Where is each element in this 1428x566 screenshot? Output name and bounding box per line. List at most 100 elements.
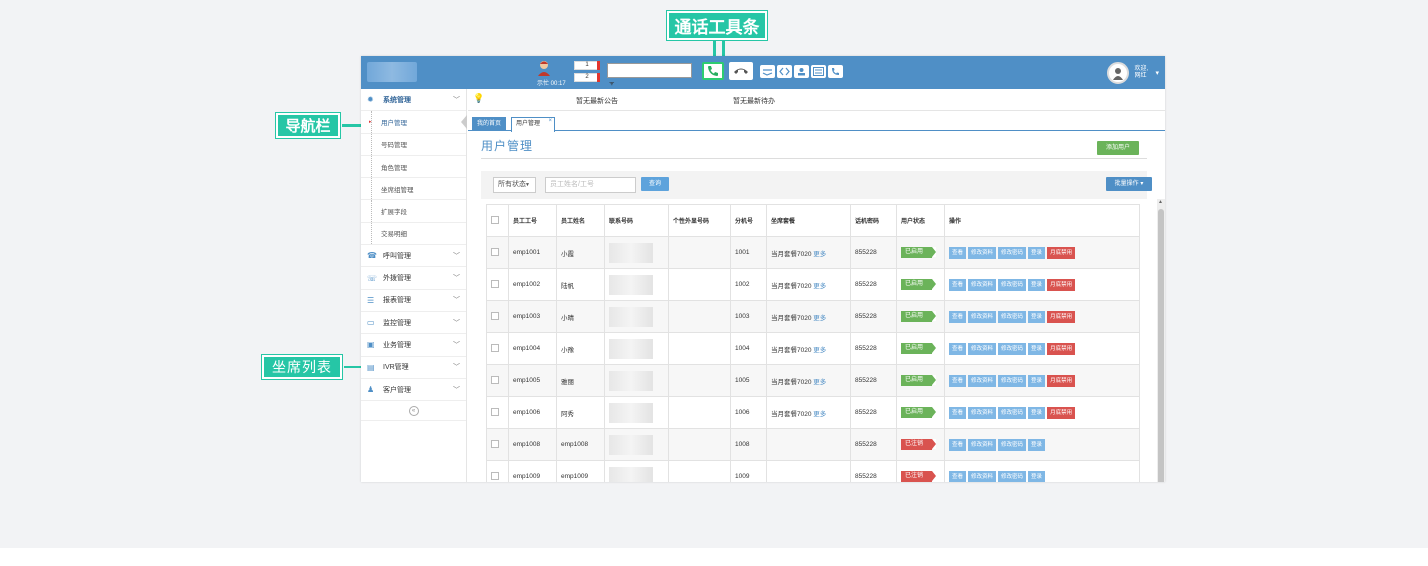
row-action-button[interactable]: 查看 bbox=[949, 470, 967, 482]
sidebar-item-transactions[interactable]: 交易明细 bbox=[361, 222, 466, 246]
row-action-button[interactable]: 登录 bbox=[1028, 374, 1046, 387]
sidebar-item-agent-groups[interactable]: 坐席组管理 bbox=[361, 178, 466, 201]
status-select[interactable]: 所有状态 ▼ bbox=[493, 177, 536, 193]
row-action-button[interactable]: 月底禁用 bbox=[1047, 278, 1076, 291]
table-row[interactable]: emp1009 emp1009 1009 855228 已注销 查看 修改资料 修改密码 登录 bbox=[486, 460, 1140, 482]
sidebar-item-numbers[interactable]: 号码管理 bbox=[361, 133, 466, 156]
row-checkbox[interactable] bbox=[491, 407, 499, 416]
hangup-button[interactable] bbox=[729, 62, 753, 80]
row-checkbox[interactable] bbox=[491, 439, 499, 448]
row-action-button[interactable]: 修改密码 bbox=[998, 438, 1027, 451]
table-row[interactable]: emp1003 小晴 1003 当月套餐7020 更多 855228 已启用 查看 修改资料修… bbox=[486, 300, 1140, 333]
table-row[interactable]: emp1005 雅丽 1005 当月套餐7020 更多 855228 已启用 查看 修改资料修… bbox=[486, 364, 1140, 397]
todo-text[interactable]: 暂无最新待办 bbox=[733, 96, 775, 106]
more-link[interactable]: 更多 bbox=[813, 251, 826, 258]
row-action-button[interactable]: 登录 bbox=[1028, 278, 1046, 291]
scroll-up-icon[interactable]: ▲ bbox=[1158, 199, 1163, 205]
row-checkbox[interactable] bbox=[491, 279, 499, 288]
row-checkbox[interactable] bbox=[491, 343, 499, 352]
col-header[interactable]: 联系号码 bbox=[604, 204, 669, 237]
row-action-button[interactable]: 修改密码 bbox=[998, 246, 1027, 259]
row-action-button[interactable]: 查看 bbox=[949, 278, 967, 291]
sidebar-item-roles[interactable]: 角色管理 bbox=[361, 155, 466, 179]
row-action-button[interactable]: 查看 bbox=[949, 310, 967, 323]
row-checkbox[interactable] bbox=[491, 247, 499, 256]
row-action-button[interactable]: 修改资料 bbox=[968, 278, 997, 291]
row-action-button[interactable]: 修改密码 bbox=[998, 470, 1027, 482]
sidebar-item-customers[interactable]: ♟ 客户管理 ﹀ bbox=[361, 379, 466, 402]
announcement-text[interactable]: 暂无最新公告 bbox=[576, 96, 618, 106]
more-link[interactable]: 更多 bbox=[813, 379, 826, 386]
transfer-button[interactable] bbox=[777, 65, 792, 78]
row-action-button[interactable]: 月底禁用 bbox=[1047, 406, 1076, 419]
col-header[interactable]: 员工工号 bbox=[508, 204, 557, 237]
sidebar-item-reports[interactable]: ☰ 报表管理 ﹀ bbox=[361, 290, 466, 312]
sidebar-item-calls[interactable]: ☎ 呼叫管理 ﹀ bbox=[361, 245, 466, 268]
row-action-button[interactable]: 修改密码 bbox=[998, 406, 1027, 419]
tab-user-management[interactable]: 用户管理 × bbox=[511, 117, 555, 132]
more-link[interactable]: 更多 bbox=[813, 315, 826, 322]
row-action-button[interactable]: 修改密码 bbox=[998, 310, 1027, 323]
row-action-button[interactable]: 月底禁用 bbox=[1047, 342, 1076, 355]
table-row[interactable]: emp1008 emp1008 1008 855228 已注销 查看 修改资料 修改密码 登录 bbox=[486, 428, 1140, 461]
close-icon[interactable]: × bbox=[548, 115, 552, 127]
batch-operations-button[interactable]: 批量操作 ▾ bbox=[1106, 177, 1152, 191]
col-header[interactable]: 用户状态 bbox=[896, 204, 945, 237]
user-menu[interactable]: 欢迎, 网红 ▾ bbox=[1107, 60, 1159, 85]
table-row[interactable]: emp1004 小豫 1004 当月套餐7020 更多 855228 已启用 查看 修改资料修… bbox=[486, 332, 1140, 365]
sidebar-item-extended-fields[interactable]: 扩展字段 bbox=[361, 200, 466, 223]
sidebar-item-user-management[interactable]: ▸ 用户管理 bbox=[361, 111, 467, 134]
row-action-button[interactable]: 修改资料 bbox=[968, 342, 997, 355]
col-header[interactable]: 操作 bbox=[944, 204, 1140, 237]
row-action-button[interactable]: 登录 bbox=[1028, 310, 1046, 323]
more-link[interactable]: 更多 bbox=[813, 411, 826, 418]
col-header[interactable]: 个性外显号码 bbox=[668, 204, 731, 237]
row-action-button[interactable]: 月底禁用 bbox=[1047, 310, 1076, 323]
scrollbar[interactable]: ▲ bbox=[1157, 199, 1165, 482]
row-action-button[interactable]: 登录 bbox=[1028, 438, 1046, 451]
add-user-button[interactable]: 添加用户 bbox=[1097, 141, 1139, 155]
agent-status-icon[interactable] bbox=[536, 60, 552, 76]
table-row[interactable]: emp1001 小霞 1001 当月套餐7020 更多 855228 已启用 查看 修改资料修… bbox=[486, 236, 1140, 269]
row-action-button[interactable]: 查看 bbox=[949, 374, 967, 387]
row-action-button[interactable]: 登录 bbox=[1028, 470, 1046, 482]
phone-number-input[interactable] bbox=[607, 63, 692, 78]
row-action-button[interactable]: 修改资料 bbox=[968, 406, 997, 419]
col-header[interactable]: 分机号 bbox=[730, 204, 767, 237]
ivr-button[interactable] bbox=[811, 65, 826, 78]
col-header[interactable]: 员工姓名 bbox=[556, 204, 605, 237]
row-action-button[interactable]: 修改资料 bbox=[968, 310, 997, 323]
tab-home[interactable]: 我的首页 bbox=[472, 117, 507, 131]
select-all-checkbox[interactable] bbox=[491, 215, 499, 224]
col-header[interactable]: 话机密码 bbox=[850, 204, 897, 237]
hold-button[interactable] bbox=[760, 65, 775, 78]
row-checkbox[interactable] bbox=[491, 375, 499, 384]
more-link[interactable]: 更多 bbox=[813, 283, 826, 290]
row-action-button[interactable]: 查看 bbox=[949, 406, 967, 419]
search-input[interactable]: 员工姓名/工号 bbox=[545, 177, 636, 193]
row-action-button[interactable]: 修改资料 bbox=[968, 374, 997, 387]
row-action-button[interactable]: 登录 bbox=[1028, 342, 1046, 355]
scrollbar-thumb[interactable] bbox=[1158, 209, 1164, 482]
row-action-button[interactable]: 月底禁用 bbox=[1047, 246, 1076, 259]
row-action-button[interactable]: 修改资料 bbox=[968, 246, 997, 259]
row-action-button[interactable]: 查看 bbox=[949, 438, 967, 451]
col-header[interactable]: 坐席套餐 bbox=[766, 204, 851, 237]
query-button[interactable]: 查询 bbox=[641, 177, 669, 191]
table-row[interactable]: emp1002 陆帆 1002 当月套餐7020 更多 855228 已启用 查看 修改资料修… bbox=[486, 268, 1140, 301]
dial-button[interactable] bbox=[702, 62, 724, 80]
row-checkbox[interactable] bbox=[491, 311, 499, 320]
row-checkbox[interactable] bbox=[491, 471, 499, 480]
sidebar-item-system[interactable]: ✹ 系统管理 ﹀ bbox=[361, 89, 466, 112]
sidebar-collapse-button[interactable]: « bbox=[361, 401, 466, 422]
sidebar-item-business[interactable]: ▣ 业务管理 ﹀ bbox=[361, 334, 466, 357]
row-action-button[interactable]: 查看 bbox=[949, 342, 967, 355]
row-action-button[interactable]: 修改资料 bbox=[968, 438, 997, 451]
row-action-button[interactable]: 查看 bbox=[949, 246, 967, 259]
redial-button[interactable] bbox=[828, 65, 843, 78]
sidebar-item-ivr[interactable]: ▤ IVR管理 ﹀ bbox=[361, 357, 466, 379]
sidebar-item-monitor[interactable]: ▭ 监控管理 ﹀ bbox=[361, 312, 466, 335]
sidebar-item-outbound[interactable]: ☏ 外拨管理 ﹀ bbox=[361, 267, 466, 290]
row-action-button[interactable]: 修改资料 bbox=[968, 470, 997, 482]
consult-button[interactable] bbox=[794, 65, 809, 78]
